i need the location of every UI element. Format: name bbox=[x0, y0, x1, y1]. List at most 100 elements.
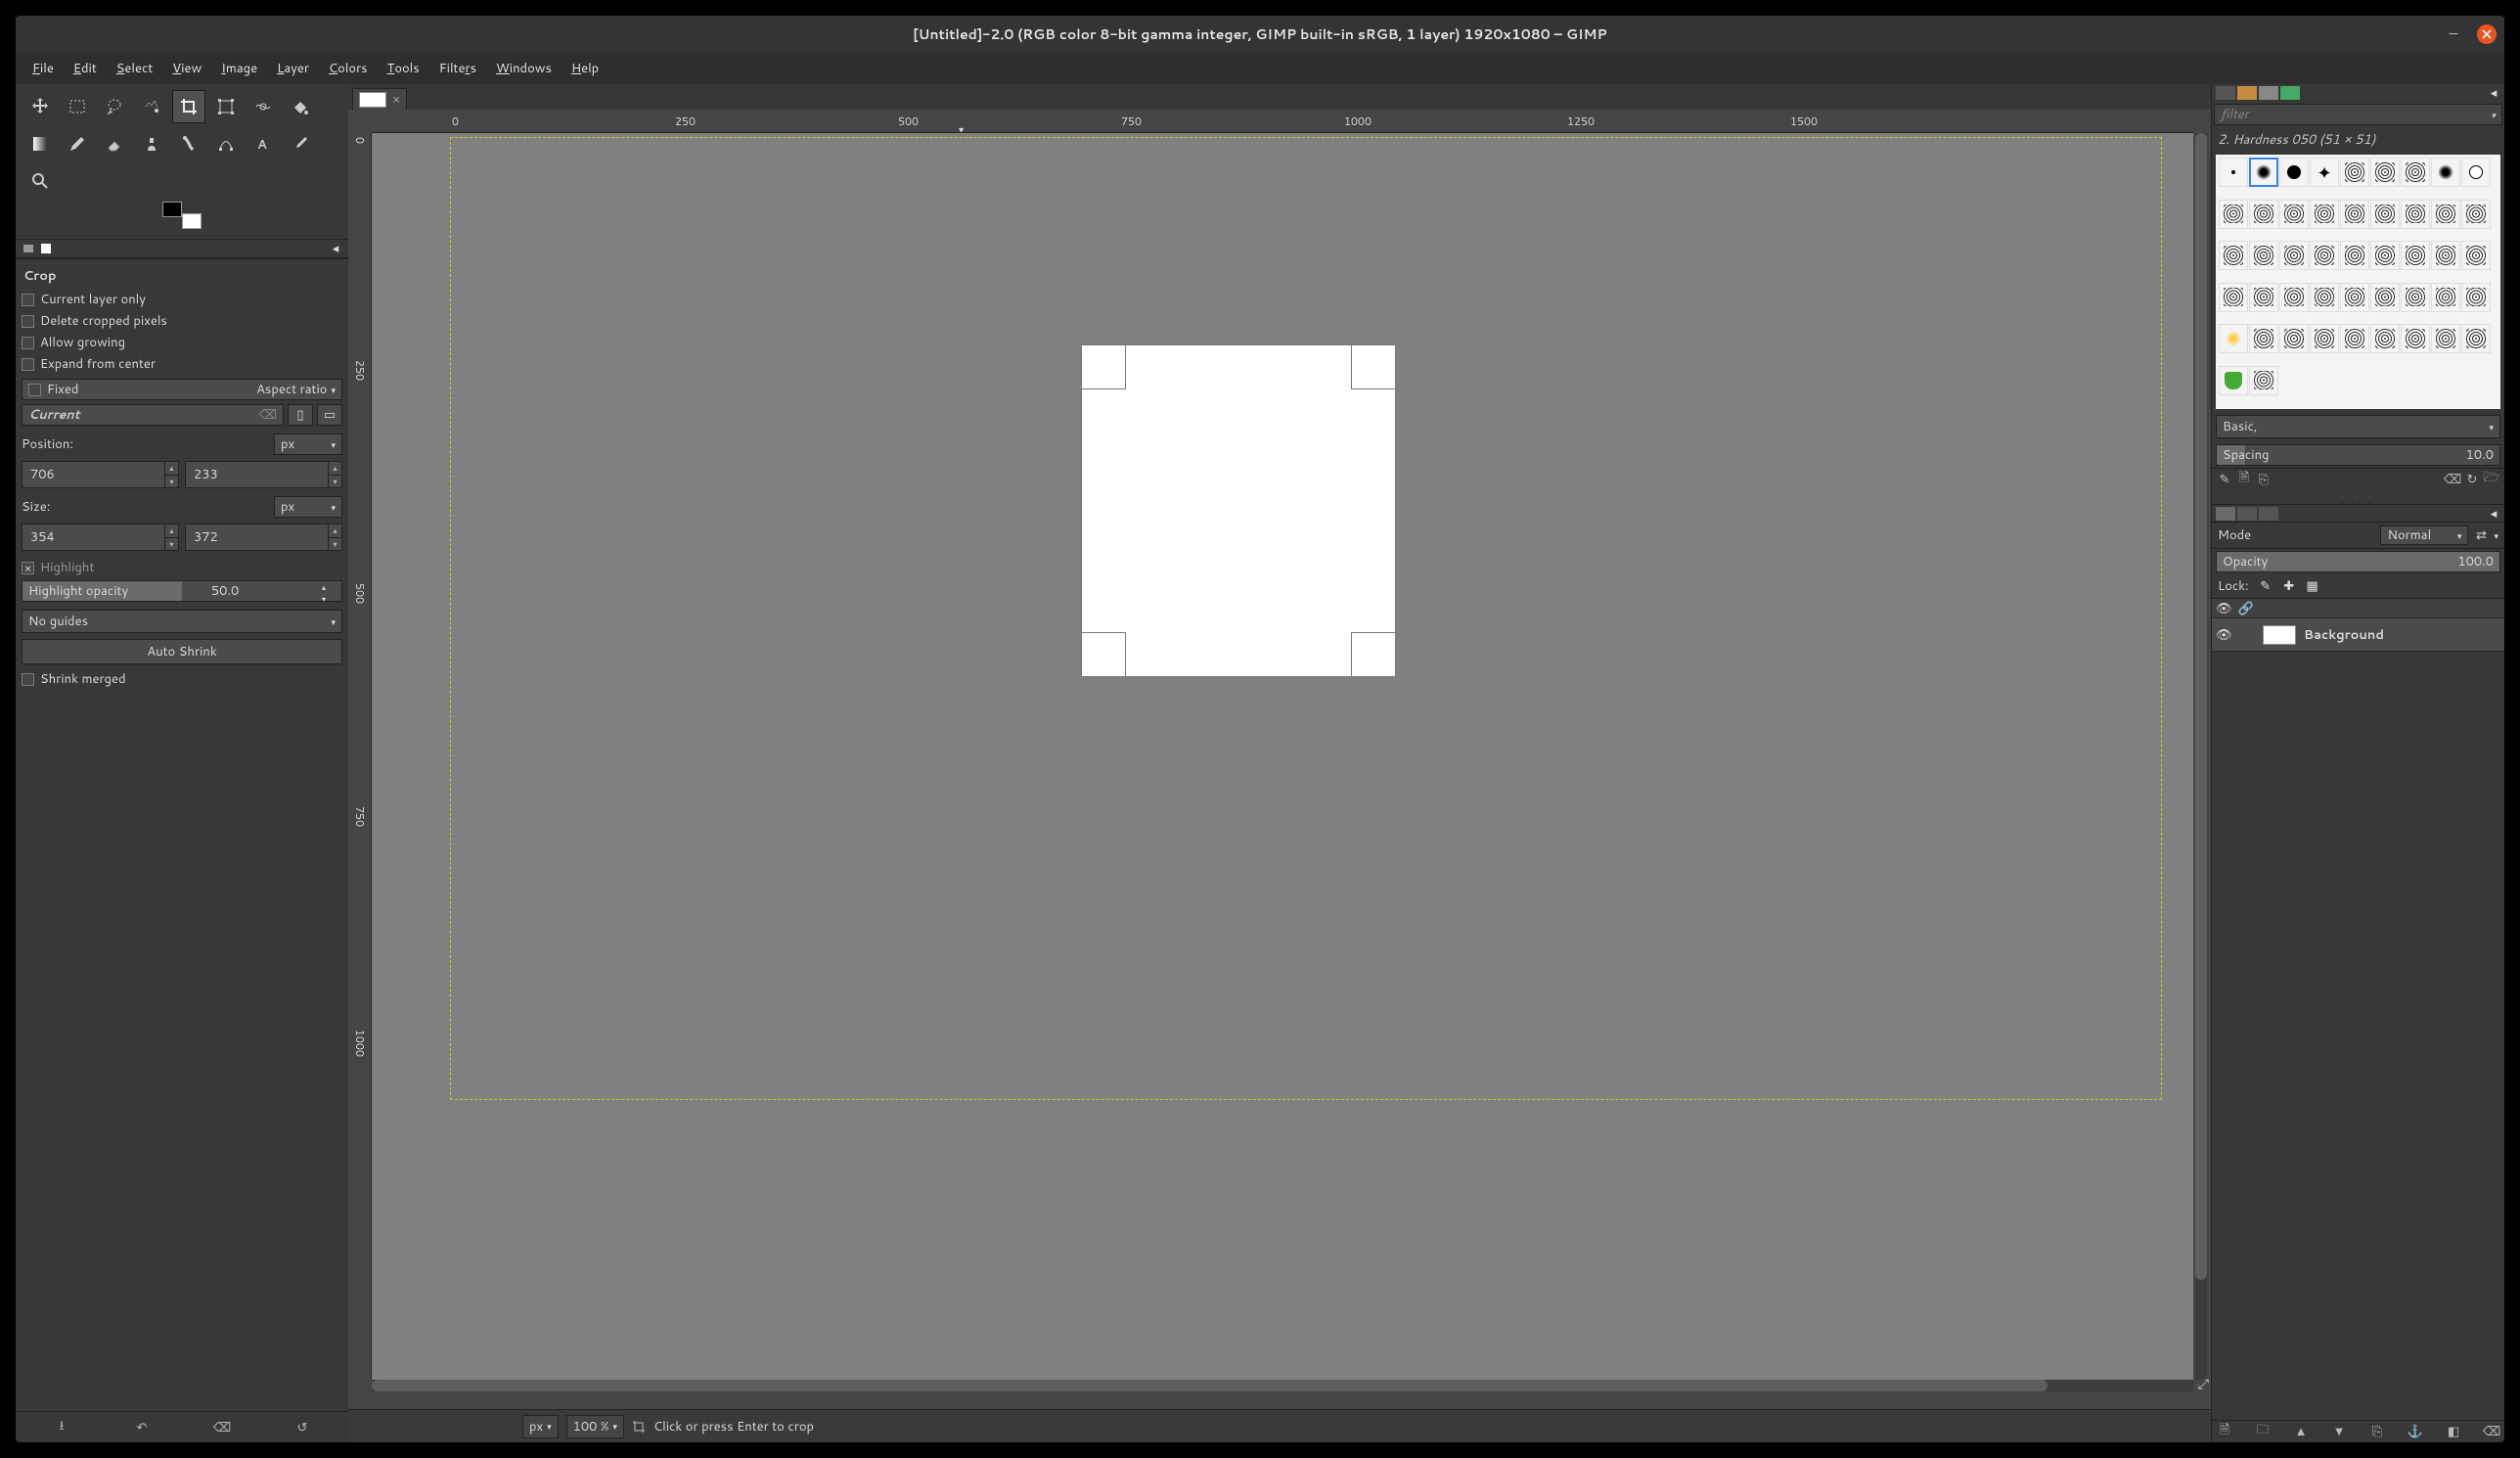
layer-mask-icon[interactable]: ◧ bbox=[2447, 1425, 2460, 1438]
opt-auto-shrink-button[interactable]: Auto Shrink bbox=[22, 639, 342, 664]
layer-opacity-slider[interactable]: Opacity 100.0 bbox=[2216, 551, 2500, 572]
tool-opts-save-icon[interactable]: ⭳ bbox=[55, 1421, 68, 1435]
opt-pos-x-input[interactable]: 706▴▾ bbox=[22, 461, 179, 488]
brush-spacing-slider[interactable]: Spacing 10.0 bbox=[2216, 444, 2500, 466]
lock-pixels-icon[interactable]: ✎ bbox=[2259, 579, 2272, 593]
crop-handle-ne[interactable] bbox=[1351, 344, 1396, 389]
layer-down-icon[interactable]: ▼ bbox=[2332, 1425, 2346, 1438]
layer-merge-icon[interactable]: ⚓ bbox=[2408, 1425, 2422, 1438]
layer-dock-menu-icon[interactable]: ◂ bbox=[2487, 507, 2500, 521]
horizontal-ruler[interactable]: 0 250 500 750 1000 1250 1500 ▾ bbox=[372, 110, 2193, 133]
status-zoom-select[interactable]: 100 %▾ bbox=[566, 1415, 624, 1438]
dock-tab-history[interactable] bbox=[2280, 86, 2300, 100]
tool-opt-tab-icon[interactable] bbox=[22, 242, 35, 255]
opt-highlight-opacity-value[interactable]: 50.0 bbox=[211, 582, 239, 600]
tool-warp[interactable] bbox=[247, 90, 280, 123]
brush-grid[interactable]: ✦ bbox=[2216, 155, 2500, 409]
opt-expand-center-chk[interactable] bbox=[22, 358, 34, 371]
canvas[interactable] bbox=[372, 133, 2193, 1380]
crop-rect[interactable] bbox=[1081, 344, 1396, 677]
opt-size-w-input[interactable]: 354▴▾ bbox=[22, 524, 179, 551]
fg-bg-color[interactable] bbox=[162, 202, 202, 229]
h-scrollbar[interactable] bbox=[372, 1380, 2193, 1391]
brush-delete-icon[interactable]: ⌫ bbox=[2446, 473, 2459, 486]
dock-tab-layers[interactable] bbox=[2216, 507, 2235, 521]
menu-tools[interactable]: Tools bbox=[379, 57, 428, 80]
dock-tab-channels[interactable] bbox=[2237, 507, 2257, 521]
fg-color-swatch[interactable] bbox=[162, 202, 182, 217]
opt-pos-y-input[interactable]: 233▴▾ bbox=[185, 461, 342, 488]
layer-delete-icon[interactable]: ⌫ bbox=[2485, 1425, 2498, 1438]
v-scrollbar[interactable] bbox=[2195, 133, 2207, 1380]
menu-windows[interactable]: Windows bbox=[487, 57, 561, 80]
minimize-button[interactable]: — bbox=[2444, 24, 2463, 44]
tool-rect-select[interactable] bbox=[61, 90, 94, 123]
opt-fixed-mode[interactable]: Aspect ratio ▾ bbox=[256, 381, 336, 398]
tool-pencil[interactable] bbox=[61, 127, 94, 160]
tool-zoom[interactable] bbox=[23, 164, 57, 198]
opt-fixed-chk[interactable] bbox=[28, 384, 41, 396]
dock-tab-paths[interactable] bbox=[2259, 507, 2278, 521]
opt-landscape-button[interactable]: ▭ bbox=[317, 404, 342, 426]
tool-unified-transform[interactable] bbox=[209, 90, 243, 123]
opt-size-h-input[interactable]: 372▴▾ bbox=[185, 524, 342, 551]
layer-thumbnail[interactable] bbox=[2263, 625, 2296, 645]
opt-delete-pixels-chk[interactable] bbox=[22, 315, 34, 328]
layer-mode-switch-icon[interactable]: ⇄ bbox=[2474, 528, 2488, 542]
menu-edit[interactable]: Edit bbox=[65, 57, 106, 80]
brush-filter-input[interactable]: filter▾ bbox=[2214, 104, 2502, 125]
tool-paths[interactable] bbox=[209, 127, 243, 160]
opt-allow-growing-chk[interactable] bbox=[22, 337, 34, 349]
dock-drag-handle[interactable]: • • • bbox=[2212, 490, 2504, 504]
layer-name[interactable]: Background bbox=[2304, 626, 2384, 644]
tool-clone[interactable] bbox=[135, 127, 168, 160]
opt-guides-select[interactable]: No guides▾ bbox=[22, 610, 342, 633]
tool-move[interactable] bbox=[23, 90, 57, 123]
tool-opts-delete-icon[interactable]: ⌫ bbox=[215, 1421, 229, 1435]
menu-filters[interactable]: Filters bbox=[430, 57, 485, 80]
opt-shrink-merged-chk[interactable] bbox=[22, 673, 34, 686]
tool-eraser[interactable] bbox=[98, 127, 131, 160]
crop-handle-se[interactable] bbox=[1351, 632, 1396, 677]
tool-gradient[interactable] bbox=[23, 127, 57, 160]
tool-smudge[interactable] bbox=[172, 127, 205, 160]
opt-current-layer-chk[interactable] bbox=[22, 294, 34, 306]
tool-opt-menu-icon[interactable]: ◂ bbox=[329, 242, 342, 255]
opt-position-unit[interactable]: px▾ bbox=[274, 433, 342, 455]
opt-fixed-value[interactable]: Current bbox=[28, 406, 80, 424]
lock-alpha-icon[interactable]: ▦ bbox=[2306, 579, 2319, 593]
brush-refresh-icon[interactable]: ↻ bbox=[2465, 473, 2479, 486]
menu-view[interactable]: View bbox=[163, 57, 210, 80]
dock-tab-patterns[interactable] bbox=[2237, 86, 2257, 100]
status-unit-select[interactable]: px▾ bbox=[522, 1415, 559, 1438]
layer-row-background[interactable]: 👁 Background bbox=[2212, 618, 2504, 652]
menu-colors[interactable]: Colors bbox=[320, 57, 377, 80]
dock-menu-icon[interactable]: ◂ bbox=[2487, 86, 2500, 100]
dock-tab-fonts[interactable] bbox=[2259, 86, 2278, 100]
layer-up-icon[interactable]: ▲ bbox=[2294, 1425, 2308, 1438]
opt-size-unit[interactable]: px▾ bbox=[274, 496, 342, 518]
lock-position-icon[interactable]: ✚ bbox=[2282, 579, 2296, 593]
tool-opts-restore-icon[interactable]: ↶ bbox=[135, 1421, 149, 1435]
brush-edit-icon[interactable]: ✎ bbox=[2218, 473, 2231, 486]
tool-fuzzy-select[interactable] bbox=[135, 90, 168, 123]
menu-image[interactable]: Image bbox=[212, 57, 266, 80]
layer-group-icon[interactable]: 🗀 bbox=[2256, 1425, 2270, 1438]
menu-layer[interactable]: Layer bbox=[268, 57, 318, 80]
tool-crop[interactable] bbox=[172, 90, 205, 123]
brush-preset-select[interactable]: Basic,▾ bbox=[2216, 415, 2500, 438]
layer-visibility-icon[interactable]: 👁 bbox=[2216, 626, 2231, 644]
image-tab[interactable]: × bbox=[352, 88, 407, 110]
image-tab-close-icon[interactable]: × bbox=[392, 91, 400, 109]
nav-preview-icon[interactable]: ⤢ bbox=[2198, 1374, 2209, 1393]
menu-help[interactable]: Help bbox=[562, 57, 608, 80]
close-button[interactable] bbox=[2477, 24, 2497, 44]
layer-mode-select[interactable]: Normal▾ bbox=[2380, 525, 2468, 545]
bg-color-swatch[interactable] bbox=[182, 213, 202, 229]
menu-file[interactable]: File bbox=[23, 57, 63, 80]
tool-free-select[interactable] bbox=[98, 90, 131, 123]
crop-handle-nw[interactable] bbox=[1081, 344, 1126, 389]
opt-highlight-chk[interactable] bbox=[22, 562, 34, 574]
tool-bucket-fill[interactable] bbox=[284, 90, 317, 123]
layer-new-icon[interactable]: 🗎 bbox=[2218, 1425, 2231, 1438]
